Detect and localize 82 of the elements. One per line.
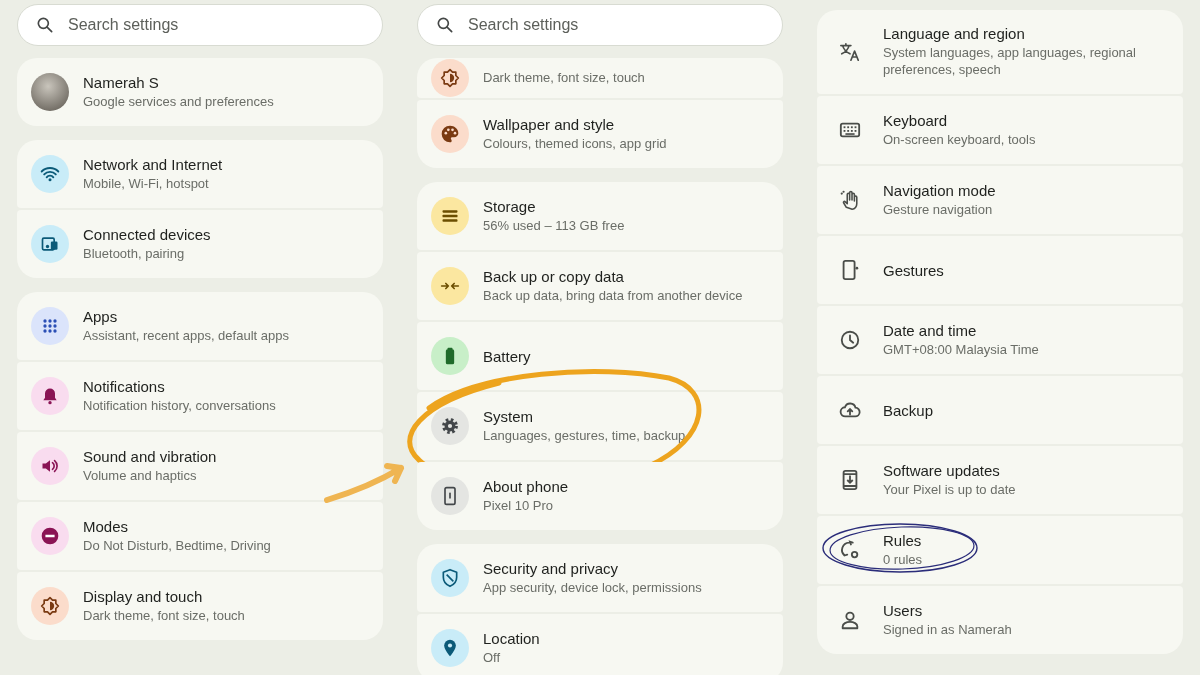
translate-icon (839, 41, 861, 63)
item-subtitle: System languages, app languages, regional preferences, speech (883, 45, 1137, 79)
item-subtitle: 0 rules (883, 551, 923, 569)
item-title: Notifications (83, 377, 166, 395)
item-title: System (483, 407, 534, 425)
item-title: Users (883, 601, 924, 619)
avatar-photo (31, 73, 69, 111)
item-subtitle: Dark theme, font size, touch (83, 607, 245, 625)
item-title: Battery (483, 347, 531, 365)
item-title: Back up or copy data (483, 267, 625, 285)
item-subtitle: Pixel 10 Pro (483, 497, 555, 515)
settings-item[interactable]: Wallpaper and style Colours, themed icons, app grid (417, 100, 783, 168)
settings-item[interactable]: Battery (417, 322, 783, 390)
settings-item[interactable]: Date and time GMT+08:00 Malaysia Time (817, 306, 1183, 374)
item-title: Connected devices (83, 225, 211, 243)
item-subtitle: Volume and haptics (83, 467, 198, 485)
item-title: Display and touch (83, 587, 204, 605)
item-title: Namerah S (83, 73, 160, 91)
item-subtitle: Bluetooth, pairing (83, 245, 186, 263)
settings-item[interactable]: Navigation mode Gesture navigation (817, 166, 1183, 234)
settings-item[interactable]: Notifications Notification history, conversations (17, 362, 383, 430)
settings-item[interactable]: Sound and vibration Volume and haptics (17, 432, 383, 500)
item-title: Location (483, 629, 540, 647)
item-subtitle: Gesture navigation (883, 201, 994, 219)
item-title: Date and time (883, 321, 978, 339)
user-icon (839, 609, 861, 631)
item-title: About phone (483, 477, 569, 495)
settings-item[interactable]: Rules 0 rules (817, 516, 1183, 584)
settings-item[interactable]: Gestures (817, 236, 1183, 304)
item-subtitle: App security, device lock, permissions (483, 579, 702, 597)
search-field[interactable]: Search settings (417, 4, 783, 46)
settings-item[interactable]: Apps Assistant, recent apps, default apps (17, 292, 383, 360)
settings-item[interactable]: Display and touch Dark theme, font size, touch (17, 572, 383, 640)
settings-item[interactable]: Software updates Your Pixel is up to date (817, 446, 1183, 514)
item-title: Software updates (883, 461, 1001, 479)
settings-item[interactable]: Storage 56% used – 113 GB free (417, 182, 783, 250)
item-title: Modes (83, 517, 130, 535)
item-title: Rules (883, 531, 923, 549)
settings-item[interactable]: Backup (817, 376, 1183, 444)
item-title: Security and privacy (483, 559, 620, 577)
item-title: Navigation mode (883, 181, 996, 199)
settings-item[interactable]: Dark theme, font size, touch (417, 58, 783, 98)
search-field[interactable]: Search settings (17, 4, 383, 46)
settings-item[interactable]: Users Signed in as Namerah (817, 586, 1183, 654)
item-subtitle: Dark theme, font size, touch (483, 69, 645, 87)
settings-item[interactable]: Connected devices Bluetooth, pairing (17, 210, 383, 278)
hand-icon (839, 189, 861, 211)
clock-icon (839, 329, 861, 351)
settings-item[interactable]: About phone Pixel 10 Pro (417, 462, 783, 530)
settings-item[interactable]: Modes Do Not Disturb, Bedtime, Driving (17, 502, 383, 570)
settings-item[interactable]: Language and region System languages, app languages, regional preferences, speech (817, 10, 1183, 94)
item-subtitle: Assistant, recent apps, default apps (83, 327, 289, 345)
item-subtitle: Google services and preferences (83, 93, 274, 111)
item-subtitle: Signed in as Namerah (883, 621, 1012, 639)
item-title: Keyboard (883, 111, 949, 129)
rules-icon (839, 539, 861, 561)
item-subtitle: Your Pixel is up to date (883, 481, 1016, 499)
item-subtitle: Colours, themed icons, app grid (483, 135, 667, 153)
item-subtitle: Mobile, Wi-Fi, hotspot (83, 175, 210, 193)
item-subtitle: Languages, gestures, time, backup (483, 427, 686, 445)
item-title: Wallpaper and style (483, 115, 616, 133)
settings-item[interactable]: Namerah S Google services and preferences (17, 58, 383, 126)
item-title: Network and Internet (83, 155, 223, 173)
settings-item[interactable]: Keyboard On-screen keyboard, tools (817, 96, 1183, 164)
item-subtitle: On-screen keyboard, tools (883, 131, 1036, 149)
settings-item[interactable]: Security and privacy App security, device lock, permissions (417, 544, 783, 612)
settings-item[interactable]: Network and Internet Mobile, Wi-Fi, hotspot (17, 140, 383, 208)
item-subtitle: Back up data, bring data from another device (483, 287, 743, 305)
item-title: Backup (883, 401, 934, 419)
item-title: Gestures (883, 261, 944, 279)
item-title: Storage (483, 197, 537, 215)
settings-item[interactable]: Location Off (417, 614, 783, 675)
item-title: Language and region (883, 25, 1026, 43)
item-subtitle: Notification history, conversations (83, 397, 276, 415)
item-title: Sound and vibration (83, 447, 217, 465)
settings-item[interactable]: Back up or copy data Back up data, bring data from another device (417, 252, 783, 320)
settings-item[interactable]: System Languages, gestures, time, backup (417, 392, 783, 460)
item-subtitle: 56% used – 113 GB free (483, 217, 625, 235)
item-title: Apps (83, 307, 119, 325)
item-subtitle: GMT+08:00 Malaysia Time (883, 341, 1039, 359)
item-subtitle: Do Not Disturb, Bedtime, Driving (83, 537, 271, 555)
item-subtitle: Off (483, 649, 502, 667)
